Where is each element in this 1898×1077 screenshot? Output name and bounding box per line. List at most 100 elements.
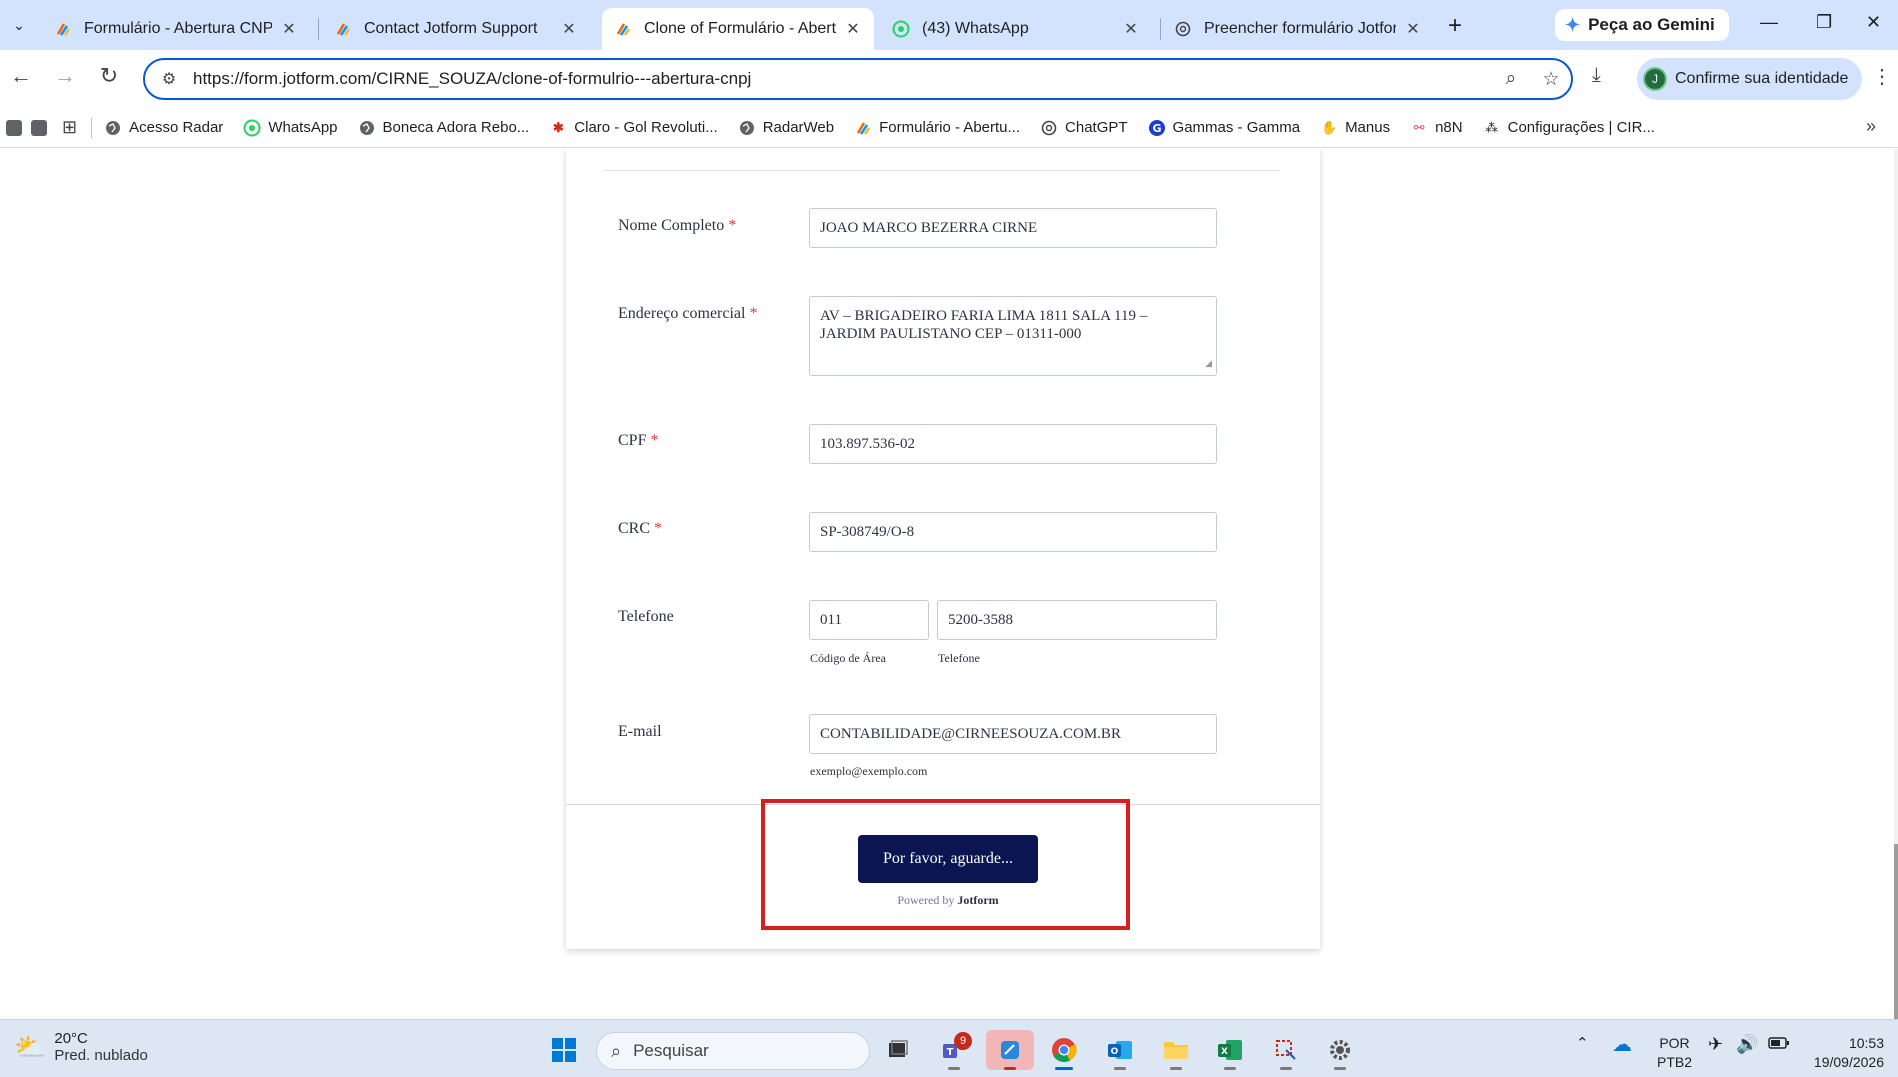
email-input[interactable]: CONTABILIDADE@CIRNEESOUZA.COM.BR [809, 714, 1217, 754]
zoom-icon[interactable]: ⌕ [1491, 68, 1531, 90]
bookmark-square-icon[interactable] [6, 119, 22, 136]
file-explorer-icon[interactable] [1156, 1030, 1196, 1070]
teams-icon[interactable]: T 9 [934, 1030, 974, 1070]
jotform-icon [334, 20, 352, 38]
snipping-tool-icon[interactable] [986, 1030, 1034, 1070]
new-tab-icon[interactable]: + [1448, 12, 1462, 40]
bookmark-label: Boneca Adora Rebo... [382, 119, 530, 136]
bookmarks-bar: ⊞ Acesso Radar WhatsApp Boneca Adora Reb… [0, 108, 1898, 148]
running-indicator [1334, 1067, 1346, 1070]
tab-search-chevron-icon[interactable]: ⌄ [6, 12, 32, 38]
download-icon[interactable]: ⤓ [1592, 64, 1601, 87]
label-text: Endereço comercial [618, 305, 746, 322]
bookmark-star-icon[interactable]: ☆ [1531, 68, 1571, 91]
bookmark-claro[interactable]: ✱ Claro - Gol Revoluti... [549, 119, 718, 137]
svg-text:O: O [1111, 1047, 1119, 1057]
onedrive-cloud-icon[interactable]: ☁ [1612, 1032, 1632, 1057]
close-icon[interactable]: ✕ [280, 19, 298, 39]
excel-icon[interactable]: X [1210, 1030, 1250, 1070]
system-clock[interactable]: 10:53 19/09/2026 [1810, 1034, 1884, 1072]
bookmark-configuracoes[interactable]: ⁂ Configurações | CIR... [1483, 119, 1655, 137]
endereco-comercial-label: Endereço comercial * [618, 305, 757, 323]
bookmark-n8n[interactable]: ⚯ n8N [1410, 119, 1463, 137]
resize-grip-icon[interactable]: ◢ [1205, 354, 1212, 372]
windows-start-icon[interactable] [544, 1030, 584, 1070]
cpf-label: CPF * [618, 432, 658, 450]
more-bookmarks-chevron-icon[interactable]: » [1866, 116, 1876, 137]
bookmarks-divider [91, 116, 93, 139]
close-icon[interactable]: ✕ [844, 19, 862, 39]
volume-icon[interactable]: 🔊 [1736, 1034, 1758, 1055]
outlook-icon[interactable]: O [1100, 1030, 1140, 1070]
bookmark-boneca[interactable]: Boneca Adora Rebo... [358, 119, 530, 137]
bookmark-label: Claro - Gol Revoluti... [574, 119, 718, 136]
bookmark-gamma[interactable]: G Gammas - Gamma [1148, 119, 1301, 137]
tab-formulario-abertura[interactable]: Formulário - Abertura CNPJ - ✕ [42, 8, 310, 50]
phone-number-input[interactable]: 5200-3588 [937, 600, 1217, 640]
language-indicator[interactable]: POR PTB2 [1657, 1034, 1692, 1072]
bookmark-chatgpt[interactable]: ChatGPT [1040, 119, 1128, 137]
airplane-mode-icon[interactable]: ✈ [1708, 1034, 1723, 1055]
jotform-icon [54, 20, 72, 38]
menu-kebab-icon[interactable]: ⋮ [1872, 64, 1892, 89]
bookmark-whatsapp[interactable]: WhatsApp [243, 119, 338, 137]
close-icon[interactable]: ✕ [560, 19, 578, 39]
manus-icon: ✋ [1320, 119, 1338, 135]
textarea-line: JARDIM PAULISTANO CEP – 01311-000 [820, 326, 1082, 342]
chrome-icon[interactable] [1044, 1030, 1084, 1070]
settings-gear-icon[interactable] [1320, 1030, 1360, 1070]
bookmark-acesso-radar[interactable]: Acesso Radar [104, 119, 223, 137]
tab-whatsapp[interactable]: (43) WhatsApp ✕ [880, 8, 1152, 50]
restore-icon[interactable]: ❐ [1816, 12, 1832, 33]
battery-icon[interactable] [1768, 1036, 1790, 1054]
gemini-button[interactable]: ✦ Peça ao Gemini [1555, 9, 1729, 41]
bookmark-label: Gammas - Gamma [1172, 119, 1301, 136]
bookmark-label: ChatGPT [1065, 119, 1128, 136]
endereco-comercial-textarea[interactable]: AV – BRIGADEIRO FARIA LIMA 1811 SALA 119… [809, 296, 1217, 376]
gamma-icon: G [1148, 119, 1166, 137]
close-icon[interactable]: ✕ [1404, 19, 1422, 39]
bookmark-formulario[interactable]: Formulário - Abertu... [854, 119, 1020, 137]
keyboard-layout: PTB2 [1657, 1054, 1693, 1070]
globe-icon [358, 119, 376, 137]
required-marker: * [728, 217, 737, 234]
crc-label: CRC * [618, 520, 662, 538]
crc-input[interactable]: SP-308749/O-8 [809, 512, 1217, 552]
minimize-icon[interactable]: — [1760, 12, 1778, 33]
running-indicator [948, 1067, 960, 1070]
reload-icon[interactable]: ↻ [94, 63, 124, 89]
tab-clone-formulario[interactable]: Clone of Formulário - Abertu ✕ [602, 8, 874, 50]
page-scrollbar[interactable] [1894, 149, 1898, 1019]
taskbar-search[interactable]: ⌕ Pesquisar [596, 1032, 870, 1070]
bookmark-square-icon[interactable] [31, 119, 47, 136]
forward-arrow-icon[interactable]: → [50, 63, 80, 89]
area-code-input[interactable]: 011 [809, 600, 929, 640]
site-settings-icon[interactable]: ⚙ [145, 69, 193, 89]
apps-grid-icon[interactable]: ⊞ [62, 117, 77, 138]
identity-button[interactable]: J Confirme sua identidade [1637, 58, 1863, 100]
nome-completo-input[interactable]: JOAO MARCO BEZERRA CIRNE [809, 208, 1217, 248]
task-view-icon[interactable] [878, 1030, 918, 1070]
svg-text:T: T [947, 1047, 954, 1058]
partly-cloudy-icon: ⛅ [14, 1031, 47, 1062]
show-hidden-icons-chevron-icon[interactable]: ⌃ [1576, 1034, 1589, 1052]
bookmark-manus[interactable]: ✋ Manus [1320, 119, 1390, 137]
tab-preencher-formulario[interactable]: Preencher formulário Jotform ✕ [1162, 8, 1434, 50]
back-arrow-icon[interactable]: ← [6, 63, 36, 89]
window-close-icon[interactable]: ✕ [1866, 12, 1881, 33]
cpf-input[interactable]: 103.897.536-02 [809, 424, 1217, 464]
scrollbar-thumb[interactable] [1894, 844, 1898, 1019]
weather-widget[interactable]: ⛅ 20°C Pred. nublado [14, 1030, 148, 1064]
snip-sketch-icon[interactable] [1266, 1030, 1306, 1070]
clock-date: 19/09/2026 [1813, 1054, 1884, 1070]
close-icon[interactable]: ✕ [1122, 19, 1140, 39]
notification-badge: 9 [954, 1032, 972, 1050]
tab-contact-support[interactable]: Contact Jotform Support ✕ [322, 8, 590, 50]
address-bar[interactable]: ⚙ https://form.jotform.com/CIRNE_SOUZA/c… [143, 58, 1573, 100]
bookmark-label: n8N [1435, 119, 1463, 136]
bookmark-radarweb[interactable]: RadarWeb [738, 119, 834, 137]
url-text[interactable]: https://form.jotform.com/CIRNE_SOUZA/clo… [193, 69, 1491, 89]
chatgpt-icon [1040, 119, 1058, 137]
tab-title: (43) WhatsApp [922, 20, 1029, 37]
running-indicator [1170, 1067, 1182, 1070]
